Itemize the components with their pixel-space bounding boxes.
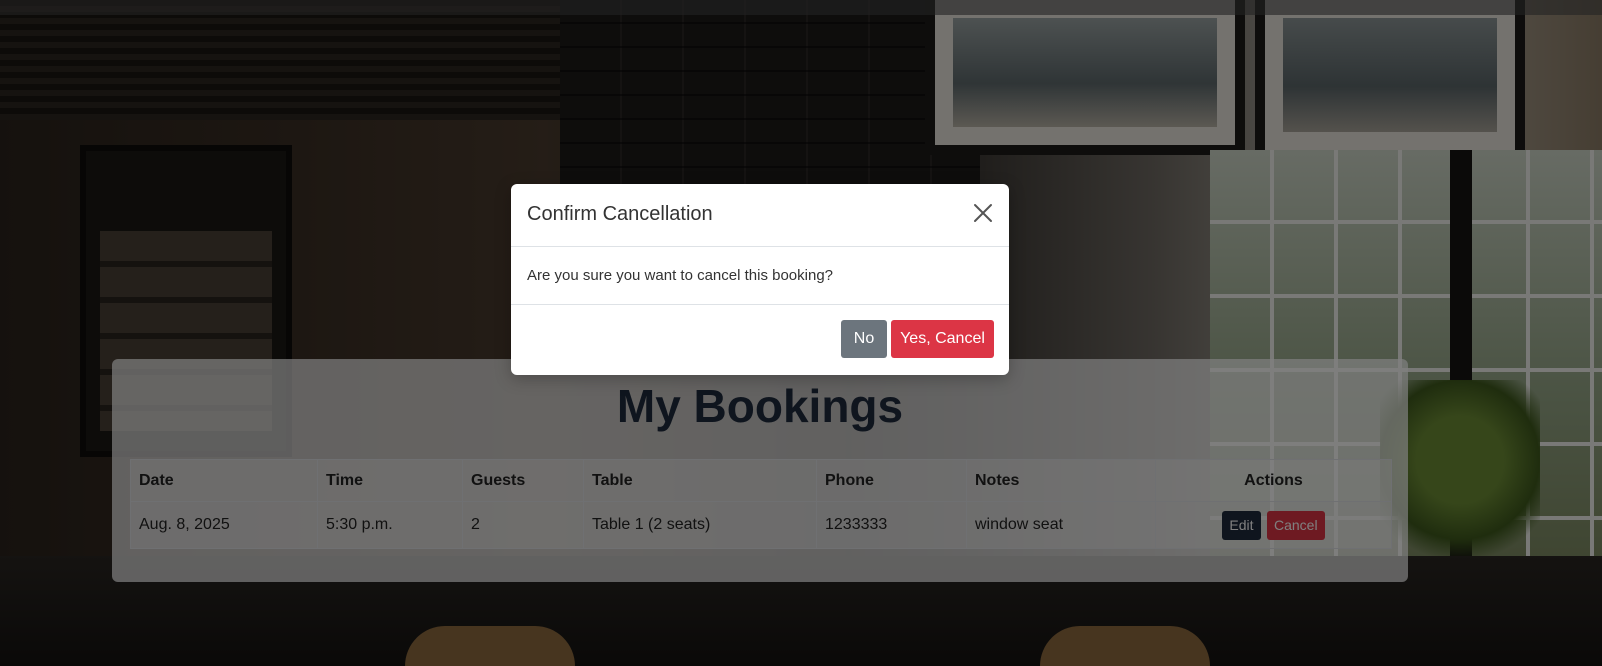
yes-cancel-button[interactable]: Yes, Cancel [891, 320, 994, 358]
modal-title: Confirm Cancellation [527, 203, 713, 225]
modal-message: Are you sure you want to cancel this boo… [527, 267, 834, 284]
confirm-cancellation-modal: Confirm Cancellation Are you sure you wa… [511, 184, 1009, 375]
modal-body: Are you sure you want to cancel this boo… [511, 247, 1009, 305]
page: My Bookings Date Time Guests Table Phone… [0, 0, 1602, 666]
modal-footer: No Yes, Cancel [511, 305, 1009, 375]
modal-header: Confirm Cancellation [511, 184, 1009, 247]
modal-close-button[interactable] [971, 201, 995, 225]
close-icon [974, 204, 992, 222]
no-button[interactable]: No [841, 320, 887, 358]
